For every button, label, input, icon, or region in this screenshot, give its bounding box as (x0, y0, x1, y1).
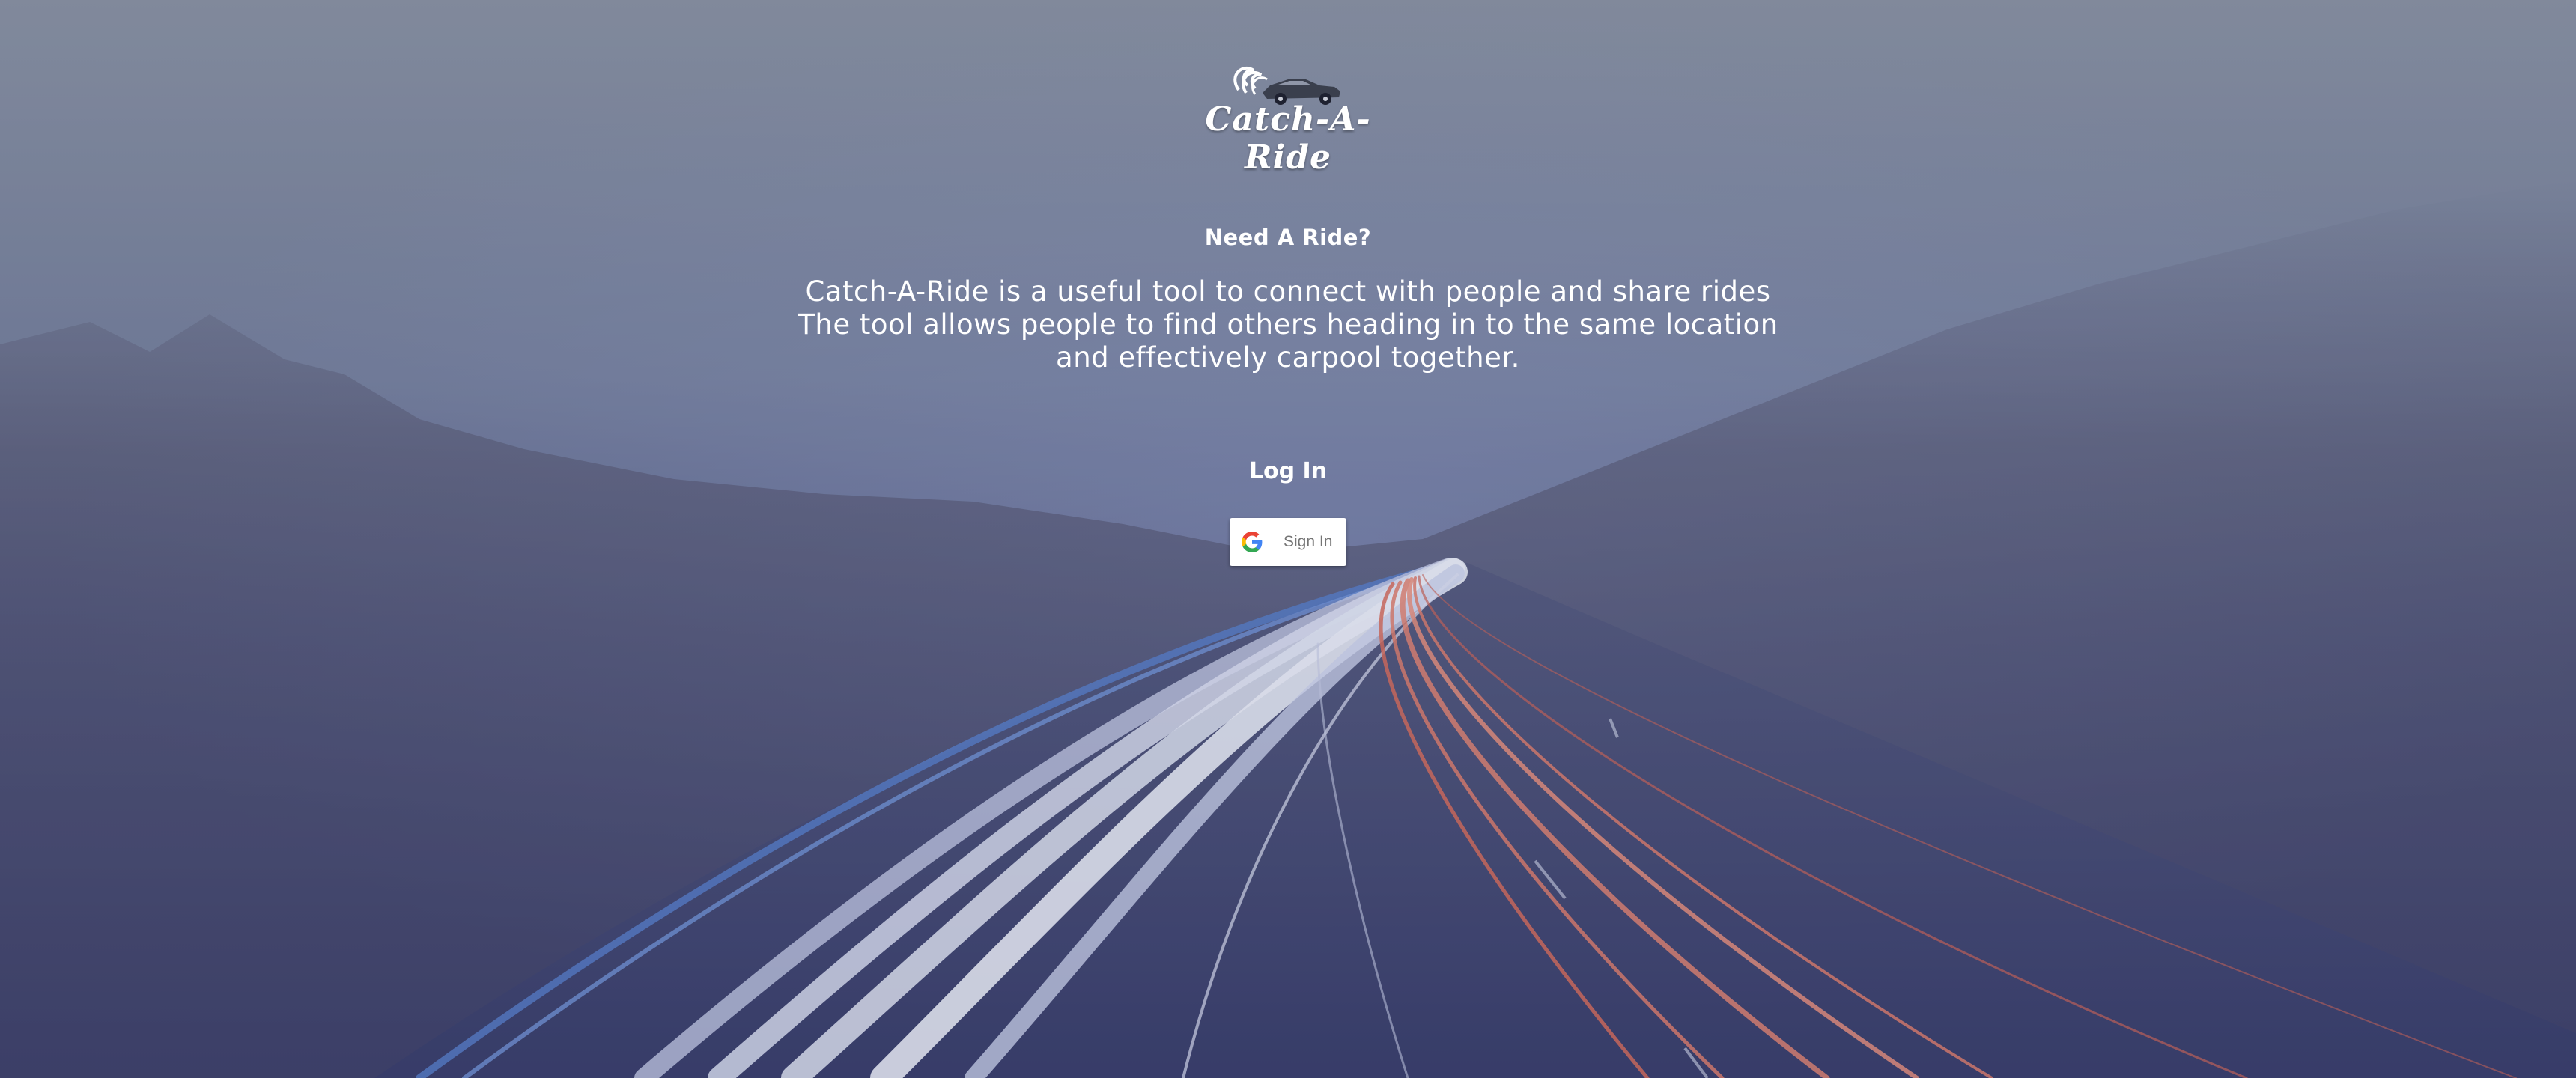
landing-content: Catch-A-Ride Need A Ride? Catch-A-Ride i… (0, 0, 2576, 1078)
google-sign-in-label: Sign In (1284, 533, 1333, 550)
logo: Catch-A-Ride (1168, 60, 1408, 177)
login-heading: Log In (1248, 458, 1328, 484)
google-g-icon (1242, 532, 1263, 552)
logo-text: Catch-A-Ride (1205, 100, 1371, 177)
google-sign-in-button[interactable]: Sign In (1230, 518, 1346, 566)
hero-description: Catch-A-Ride is a useful tool to connect… (798, 275, 1778, 374)
hero-subtitle: Need A Ride? (1204, 225, 1372, 250)
